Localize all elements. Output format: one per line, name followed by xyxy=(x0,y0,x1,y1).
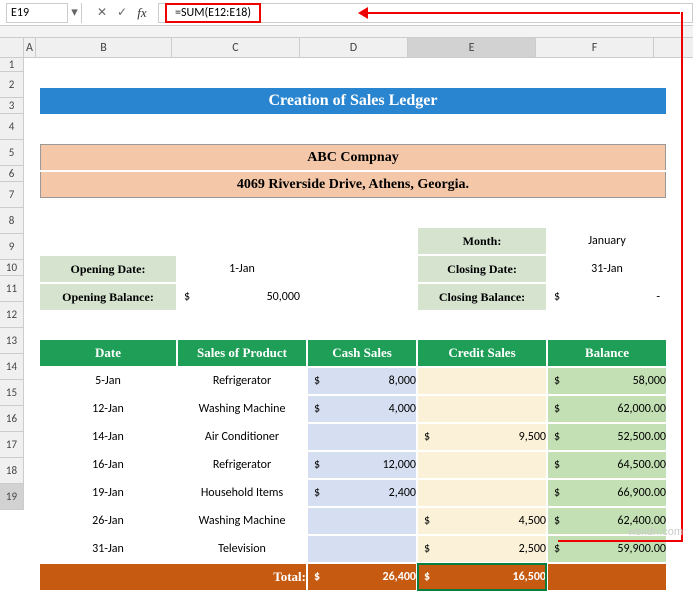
row-headers: 1 2 3 4 5 6 7 8 9 10 11 12 13 14 15 16 1… xyxy=(0,58,24,510)
row-header[interactable]: 15 xyxy=(0,380,24,406)
row-header[interactable]: 7 xyxy=(0,182,24,208)
total-credit-selected-cell[interactable]: $16,500 xyxy=(418,564,546,590)
annotation-line xyxy=(558,540,683,542)
col-balance: Balance xyxy=(548,340,666,366)
total-label: Total: xyxy=(40,564,306,590)
spreadsheet-grid[interactable]: A B C D E F 1 2 3 4 5 6 7 8 9 10 11 12 1… xyxy=(0,38,693,510)
col-header-a[interactable]: A xyxy=(24,38,36,57)
company-name: ABC Compnay xyxy=(40,144,666,170)
select-all-corner[interactable] xyxy=(0,38,24,57)
fx-icon[interactable]: fx xyxy=(132,3,152,23)
name-box-dropdown-icon[interactable]: ▾ xyxy=(68,3,82,23)
table-row[interactable]: 19-JanHousehold Items$2,400$66,900.00 xyxy=(26,480,666,506)
row-header[interactable]: 1 xyxy=(0,58,24,72)
opening-balance-label: Opening Balance: xyxy=(40,284,176,310)
company-address: 4069 Riverside Drive, Athens, Georgia. xyxy=(40,172,666,198)
table-row[interactable]: 12-JanWashing Machine$4,000$62,000.00 xyxy=(26,396,666,422)
total-row[interactable]: Total: $26,400 $16,500 xyxy=(26,564,666,590)
page-title: Creation of Sales Ledger xyxy=(40,88,666,114)
table-row[interactable]: 16-JanRefrigerator$12,000$64,500.00 xyxy=(26,452,666,478)
row-header[interactable]: 11 xyxy=(0,276,24,302)
table-row[interactable]: 5-JanRefrigerator$8,000$58,000 xyxy=(26,368,666,394)
col-cash: Cash Sales xyxy=(308,340,416,366)
annotation-line xyxy=(360,12,680,14)
row-header[interactable]: 9 xyxy=(0,234,24,260)
row-header[interactable]: 16 xyxy=(0,406,24,432)
col-product: Sales of Product xyxy=(178,340,306,366)
row-header[interactable]: 13 xyxy=(0,328,24,354)
annotation-line xyxy=(681,12,683,541)
col-header-c[interactable]: C xyxy=(172,38,300,57)
col-header-b[interactable]: B xyxy=(36,38,172,57)
column-headers: A B C D E F xyxy=(0,38,693,58)
row-header[interactable]: 17 xyxy=(0,432,24,458)
opening-date-value[interactable]: 1-Jan xyxy=(178,256,306,282)
table-row[interactable]: 26-JanWashing Machine$4,500$62,400.00 xyxy=(26,508,666,534)
opening-date-label: Opening Date: xyxy=(40,256,176,282)
col-header-e[interactable]: E xyxy=(408,38,536,57)
month-label: Month: xyxy=(418,228,546,254)
annotation-arrow-icon xyxy=(358,7,368,19)
row-header[interactable]: 19 xyxy=(0,484,24,510)
opening-balance-value[interactable]: $50,000 xyxy=(178,284,306,310)
closing-date-label: Closing Date: xyxy=(418,256,546,282)
formula-bar-expand[interactable] xyxy=(0,26,693,38)
name-box[interactable]: E19 xyxy=(6,3,68,23)
month-value[interactable]: January xyxy=(548,228,666,254)
row-header[interactable]: 3 xyxy=(0,98,24,114)
enter-icon[interactable]: ✓ xyxy=(112,3,132,23)
table-row[interactable]: 14-JanAir Conditioner$9,500$52,500.00 xyxy=(26,424,666,450)
closing-balance-value[interactable]: $- xyxy=(548,284,666,310)
col-credit: Credit Sales xyxy=(418,340,546,366)
row-header[interactable]: 5 xyxy=(0,140,24,166)
formula-text: =SUM(E12:E18) xyxy=(165,3,261,23)
watermark: wsxdn.com xyxy=(628,526,683,538)
col-header-d[interactable]: D xyxy=(300,38,408,57)
total-balance xyxy=(548,564,666,590)
row-header[interactable]: 8 xyxy=(0,208,24,234)
cancel-icon[interactable]: ✕ xyxy=(92,3,112,23)
total-cash: $26,400 xyxy=(308,564,416,590)
col-date: Date xyxy=(40,340,176,366)
row-header[interactable]: 10 xyxy=(0,260,24,276)
row-header[interactable]: 2 xyxy=(0,72,24,98)
row-header[interactable]: 4 xyxy=(0,114,24,140)
col-header-f[interactable]: F xyxy=(536,38,654,57)
row-header[interactable]: 14 xyxy=(0,354,24,380)
row-header[interactable]: 6 xyxy=(0,166,24,182)
sheet-content[interactable]: Creation of Sales Ledger ABC Compnay 406… xyxy=(24,58,668,592)
row-header[interactable]: 12 xyxy=(0,302,24,328)
closing-balance-label: Closing Balance: xyxy=(418,284,546,310)
row-header[interactable]: 18 xyxy=(0,458,24,484)
closing-date-value[interactable]: 31-Jan xyxy=(548,256,666,282)
